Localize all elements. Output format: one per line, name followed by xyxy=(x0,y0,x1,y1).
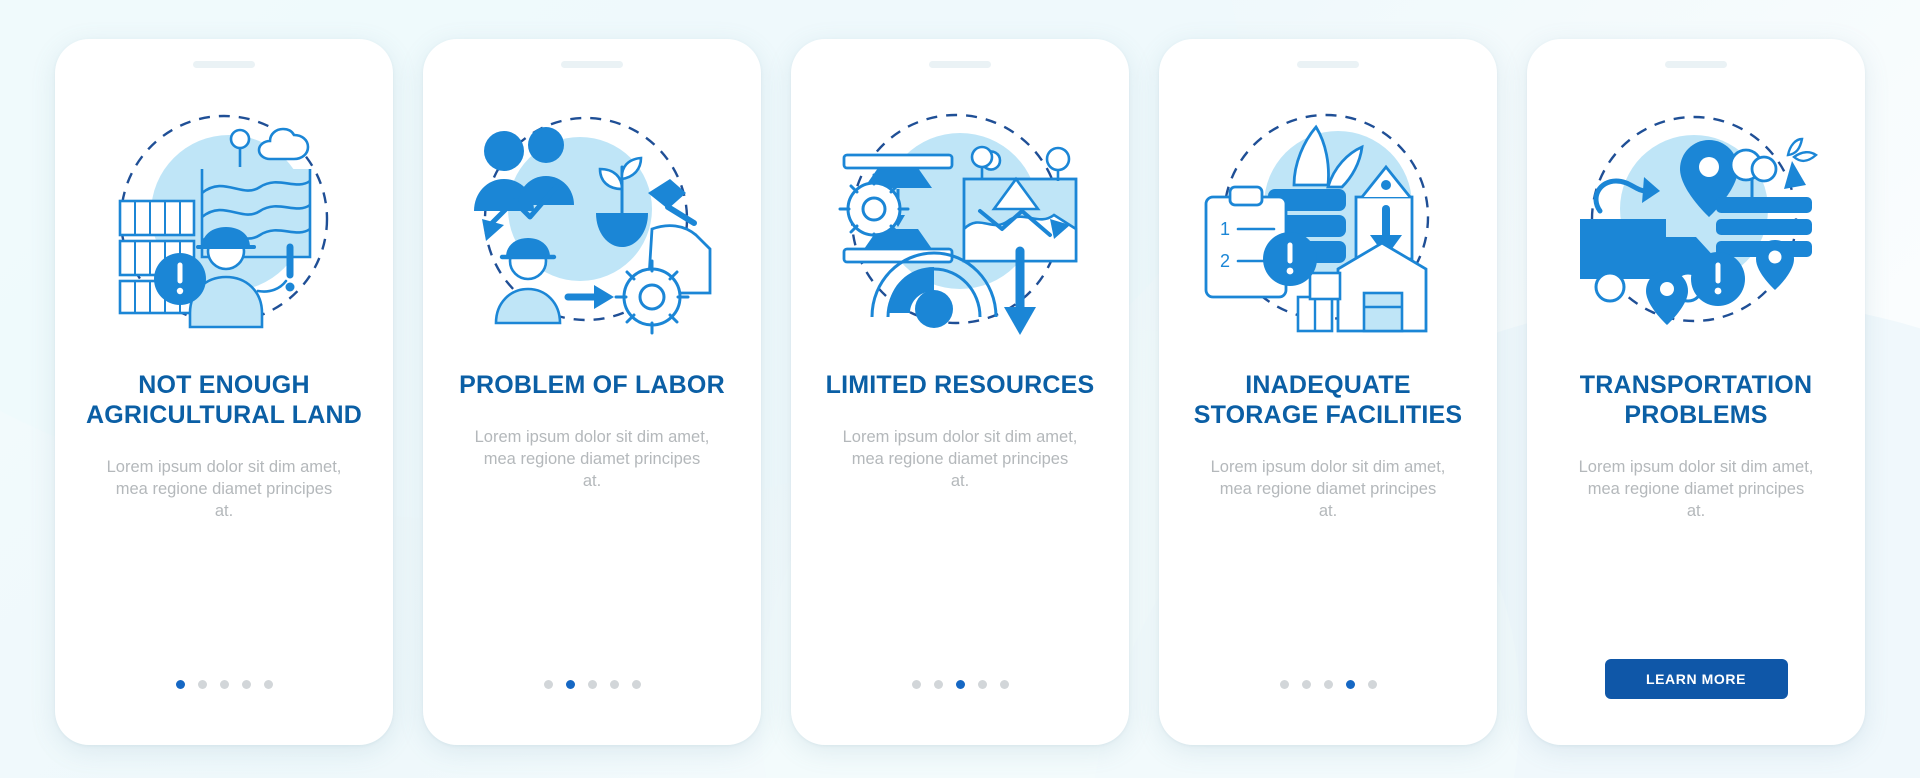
screen-description: Lorem ipsum dolor sit dim amet, mea regi… xyxy=(474,428,710,490)
pagination-dot[interactable] xyxy=(955,680,965,689)
phone-speaker-notch xyxy=(193,61,255,68)
pagination-dot[interactable] xyxy=(999,680,1009,689)
phone-screen-inadequate-storage-facilities[interactable]: 1 2 INADEQUATE STORAGE FACILITIES Lorem … xyxy=(1159,39,1497,745)
phone-screen-transportation-problems[interactable]: TRANSPORTATION PROBLEMS Lorem ipsum dolo… xyxy=(1527,39,1865,745)
pagination-dot[interactable] xyxy=(197,680,207,689)
pagination-dots[interactable] xyxy=(543,680,641,689)
pagination-dot[interactable] xyxy=(263,680,273,689)
screen-title: LIMITED RESOURCES xyxy=(825,371,1095,399)
pagination-dot[interactable] xyxy=(609,680,619,689)
phone-speaker-notch xyxy=(1297,61,1359,68)
pagination-dot[interactable] xyxy=(1345,680,1355,689)
illustration-farmland-fields-warning xyxy=(89,96,359,346)
pagination-dot[interactable] xyxy=(1279,680,1289,689)
screen-description: Lorem ipsum dolor sit dim amet, mea regi… xyxy=(842,428,1078,490)
workers-labor-gear-icon xyxy=(474,116,712,335)
pagination-dot[interactable] xyxy=(543,680,553,689)
pagination-dot[interactable] xyxy=(175,680,185,689)
illustration-limited-resources-gauge xyxy=(825,96,1095,346)
pagination-dot[interactable] xyxy=(1301,680,1311,689)
onboarding-screens-canvas: NOT ENOUGH AGRICULTURAL LAND Lorem ipsum… xyxy=(0,0,1920,778)
pagination-dot[interactable] xyxy=(587,680,597,689)
illustration-truck-delivery-location-pin xyxy=(1561,96,1831,346)
phone-speaker-notch xyxy=(561,61,623,68)
screen-title: INADEQUATE STORAGE FACILITIES xyxy=(1193,371,1463,429)
pagination-dot[interactable] xyxy=(241,680,251,689)
screen-title: NOT ENOUGH AGRICULTURAL LAND xyxy=(85,371,363,429)
phone-screens-row: NOT ENOUGH AGRICULTURAL LAND Lorem ipsum… xyxy=(0,0,1920,778)
screen-description: Lorem ipsum dolor sit dim amet, mea regi… xyxy=(106,458,342,520)
svg-text:2: 2 xyxy=(1220,251,1230,271)
pagination-dot[interactable] xyxy=(1323,680,1333,689)
pagination-dot[interactable] xyxy=(565,680,575,689)
illustration-warehouse-storage-checklist: 1 2 xyxy=(1193,96,1463,346)
svg-text:1: 1 xyxy=(1220,219,1230,239)
limited-resources-gauge-icon xyxy=(838,113,1078,335)
pagination-dot[interactable] xyxy=(911,680,921,689)
pagination-dot[interactable] xyxy=(631,680,641,689)
phone-screen-limited-resources[interactable]: LIMITED RESOURCES Lorem ipsum dolor sit … xyxy=(791,39,1129,745)
phone-speaker-notch xyxy=(1665,61,1727,68)
pagination-dots[interactable] xyxy=(911,680,1009,689)
phone-speaker-notch xyxy=(929,61,991,68)
pagination-dot[interactable] xyxy=(219,680,229,689)
pagination-dot[interactable] xyxy=(933,680,943,689)
farmland-fields-warning-icon xyxy=(118,114,329,329)
pagination-dot[interactable] xyxy=(1367,680,1377,689)
pagination-dot[interactable] xyxy=(977,680,987,689)
learn-more-button[interactable]: LEARN MORE xyxy=(1604,659,1788,699)
screen-title: TRANSPORTATION PROBLEMS xyxy=(1579,371,1813,429)
screen-description: Lorem ipsum dolor sit dim amet, mea regi… xyxy=(1210,458,1446,520)
warehouse-storage-checklist-icon: 1 2 xyxy=(1204,113,1430,333)
phone-screen-not-enough-agricultural-land[interactable]: NOT ENOUGH AGRICULTURAL LAND Lorem ipsum… xyxy=(55,39,393,745)
truck-delivery-location-pin-icon xyxy=(1580,115,1818,325)
screen-description: Lorem ipsum dolor sit dim amet, mea regi… xyxy=(1578,458,1814,520)
illustration-workers-labor-gear xyxy=(457,96,727,346)
pagination-dots[interactable] xyxy=(175,680,273,689)
phone-screen-problem-of-labor[interactable]: PROBLEM OF LABOR Lorem ipsum dolor sit d… xyxy=(423,39,761,745)
pagination-dots[interactable] xyxy=(1279,680,1377,689)
screen-title: PROBLEM OF LABOR xyxy=(459,371,725,399)
